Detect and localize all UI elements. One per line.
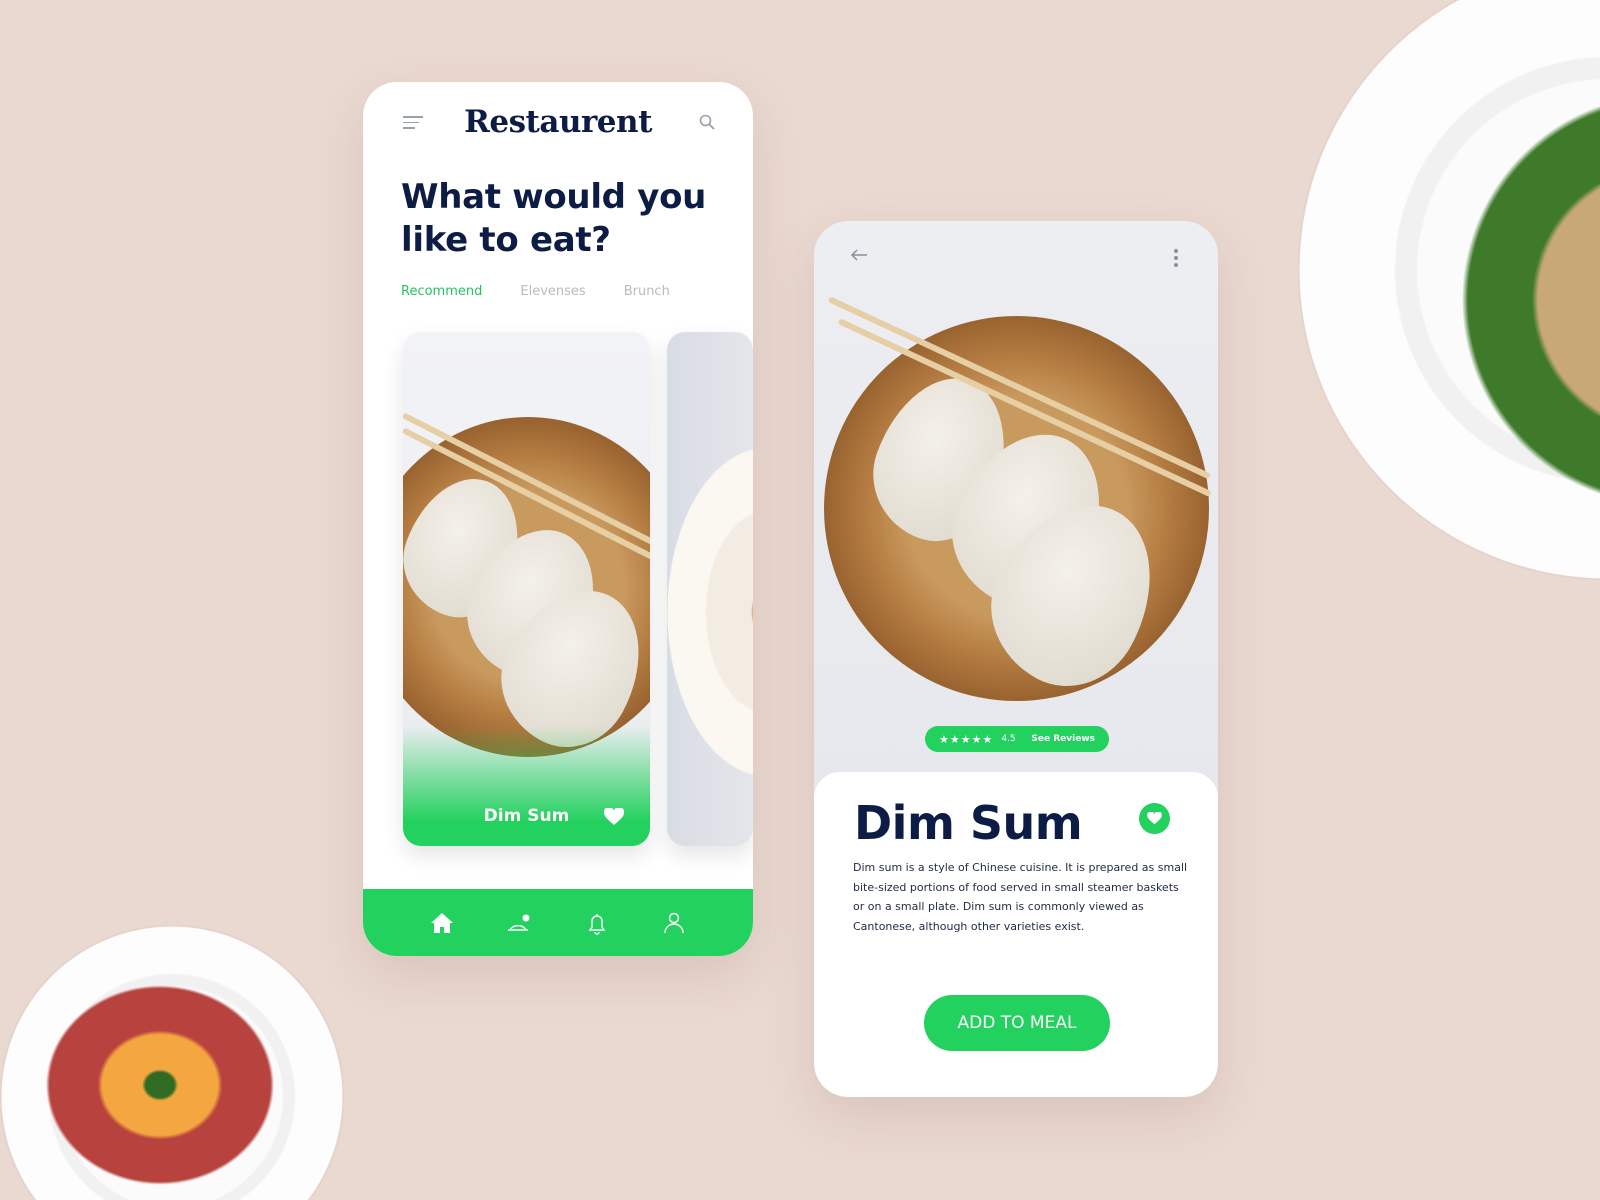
add-to-meal-button[interactable]: ADD TO MEAL xyxy=(924,995,1110,1051)
dish-cover-icon[interactable] xyxy=(506,910,532,936)
home-icon[interactable] xyxy=(429,910,455,936)
bottom-nav xyxy=(363,889,753,956)
search-icon[interactable] xyxy=(699,114,715,130)
top-bar: Restaurent xyxy=(363,104,753,144)
rating-value: 4.5 xyxy=(1001,734,1016,744)
see-reviews-link[interactable]: See Reviews xyxy=(1031,734,1095,744)
heart-icon xyxy=(1147,812,1162,825)
dish-photo xyxy=(667,447,753,777)
star-rating-icons: ★★★★★ xyxy=(939,732,994,746)
dish-description: Dim sum is a style of Chinese cuisine. I… xyxy=(853,861,1188,933)
bell-icon[interactable] xyxy=(584,910,610,936)
app-logo: Restaurent xyxy=(464,104,652,140)
back-arrow-icon[interactable] xyxy=(850,249,868,261)
dish-card-dim-sum[interactable]: Dim Sum xyxy=(403,332,650,846)
headline-line: What would you xyxy=(401,177,707,217)
user-icon[interactable] xyxy=(661,910,687,936)
salmon-plate-photo xyxy=(1298,0,1600,580)
headline-line: like to eat? xyxy=(401,220,611,260)
dish-card-next[interactable] xyxy=(667,332,753,846)
home-screen: Restaurent What would you like to eat? R… xyxy=(363,82,753,956)
category-tabs: Recommend Elevenses Brunch xyxy=(401,284,670,299)
dish-info-panel: Dim Sum Dim sum is a style of Chinese cu… xyxy=(814,772,1218,1097)
dish-title: Dim Sum xyxy=(854,796,1083,850)
more-options-icon[interactable] xyxy=(1174,249,1180,270)
detail-screen: ★★★★★ 4.5 See Reviews Dim Sum Dim sum is… xyxy=(814,221,1218,1097)
tab-recommend[interactable]: Recommend xyxy=(401,284,482,299)
rating-badge[interactable]: ★★★★★ 4.5 See Reviews xyxy=(925,726,1109,752)
heart-icon[interactable] xyxy=(604,808,624,826)
tab-elevenses[interactable]: Elevenses xyxy=(520,284,585,299)
melon-plate-photo xyxy=(0,925,345,1200)
dim-sum-photo xyxy=(824,316,1209,711)
tab-brunch[interactable]: Brunch xyxy=(624,284,670,299)
favorite-button[interactable] xyxy=(1139,803,1170,834)
dim-sum-photo xyxy=(403,417,650,769)
page-title: What would you like to eat? xyxy=(401,176,706,262)
